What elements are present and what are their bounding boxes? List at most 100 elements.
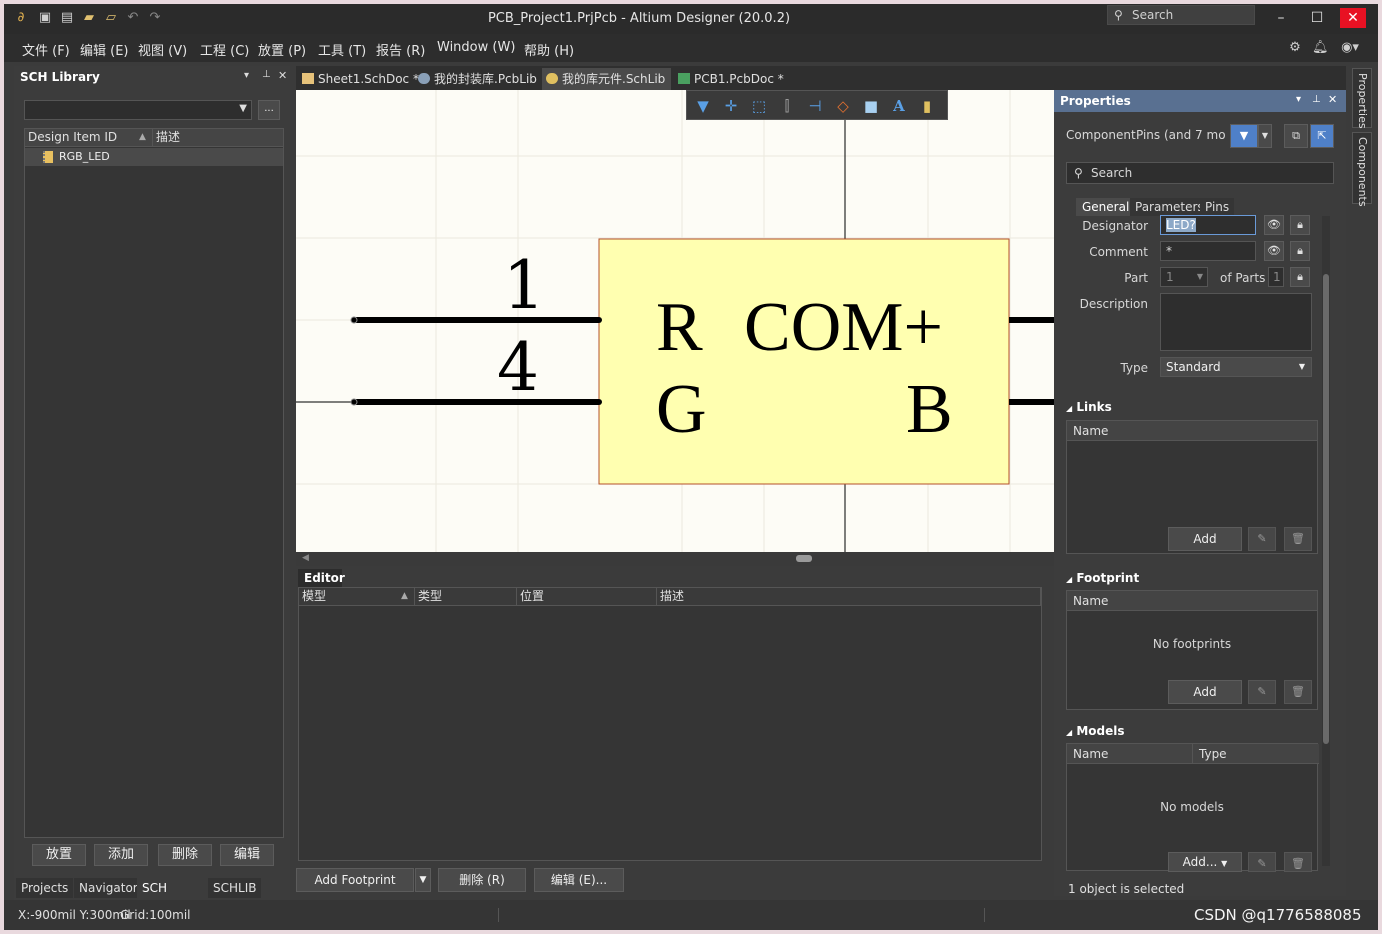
gear-icon[interactable]: ⚙ xyxy=(1288,41,1302,55)
tab-parameters[interactable]: Parameters xyxy=(1130,198,1209,216)
comment-input[interactable]: * xyxy=(1160,241,1256,261)
lock-icon[interactable]: 🔒︎ xyxy=(1290,267,1310,287)
designator-input[interactable]: LED? xyxy=(1160,215,1256,235)
footprint-section-header[interactable]: ◢ Footprint xyxy=(1066,571,1139,585)
menu-file[interactable]: 文件 (F) xyxy=(22,40,70,59)
editor-delete-button[interactable]: 删除 (R) xyxy=(438,868,526,892)
properties-scrollbar[interactable] xyxy=(1322,216,1330,866)
pin-icon[interactable]: ⊥ xyxy=(262,69,271,80)
tab-pcb1-pcbdoc[interactable]: PCB1.PcbDoc * xyxy=(674,68,790,90)
tab-navigator[interactable]: Navigator xyxy=(74,878,143,898)
minimize-button[interactable]: – xyxy=(1268,8,1294,28)
global-search-input[interactable]: ⚲ Search xyxy=(1107,5,1255,25)
scroll-thumb[interactable] xyxy=(796,555,812,562)
move-icon[interactable]: ✛ xyxy=(721,96,741,116)
tab-general[interactable]: General xyxy=(1076,198,1136,216)
side-tab-properties[interactable]: Properties xyxy=(1352,68,1372,129)
column-description[interactable]: 描述 xyxy=(657,588,1041,606)
bell-icon[interactable]: 🔔︎ xyxy=(1312,41,1329,55)
place-button[interactable]: 放置 xyxy=(32,844,86,866)
drawing-tools-icon[interactable]: ◇ xyxy=(833,96,853,116)
filter-icon[interactable]: ▼ xyxy=(693,96,713,116)
tab-footprint-pcblib[interactable]: 我的封装库.PcbLib xyxy=(414,68,543,90)
close-icon[interactable]: ✕ xyxy=(1328,93,1337,106)
pin-icon[interactable]: ⊥ xyxy=(1312,94,1321,105)
add-footprint-button[interactable]: Add Footprint xyxy=(296,868,414,892)
tab-schlib-filter[interactable]: SCHLIB Filter xyxy=(208,878,262,915)
close-button[interactable]: ✕ xyxy=(1340,8,1366,28)
editor-edit-button[interactable]: 编辑 (E)... xyxy=(534,868,624,892)
filter-icon[interactable]: ▼ xyxy=(1230,124,1258,148)
description-input[interactable] xyxy=(1160,293,1312,351)
tab-sch-library[interactable]: SCH Library xyxy=(137,878,189,915)
save-icon[interactable]: ▣ xyxy=(38,11,52,25)
footprint-add-button[interactable]: Add xyxy=(1168,680,1242,704)
pin-place-icon[interactable]: ⊣ xyxy=(805,96,825,116)
lock-icon[interactable]: 🔒︎ xyxy=(1290,215,1310,235)
text-icon[interactable]: A xyxy=(889,96,909,116)
part-icon[interactable]: ▮ xyxy=(917,96,937,116)
eye-icon[interactable]: 👁︎ xyxy=(1264,241,1284,261)
select-icon[interactable]: ⬚ xyxy=(749,96,769,116)
models-add-button[interactable]: Add... ▼ xyxy=(1168,852,1242,872)
column-design-item-id[interactable]: Design Item ID ▲ xyxy=(25,129,153,147)
list-item[interactable]: RGB_LED xyxy=(25,148,283,166)
maximize-button[interactable]: ☐ xyxy=(1304,8,1330,28)
filter-dropdown[interactable]: ▼ xyxy=(1258,124,1272,148)
trash-icon[interactable]: 🗑︎ xyxy=(1284,852,1312,872)
menu-help[interactable]: 帮助 (H) xyxy=(524,40,574,59)
horizontal-scrollbar[interactable]: ◀ xyxy=(296,552,1054,566)
tab-projects[interactable]: Projects xyxy=(16,878,74,898)
pencil-icon[interactable]: ✎ xyxy=(1248,680,1276,704)
lock-icon[interactable]: 🔒︎ xyxy=(1290,241,1310,261)
add-button[interactable]: 添加 xyxy=(94,844,148,866)
menu-window[interactable]: Window (W) xyxy=(437,40,515,55)
scroll-thumb[interactable] xyxy=(1323,274,1329,744)
app-logo-icon[interactable]: ∂ xyxy=(14,11,28,25)
open-project-icon[interactable]: ▱ xyxy=(104,11,118,25)
select-mode-icon[interactable]: ⇱ xyxy=(1310,124,1334,148)
delete-button[interactable]: 删除 xyxy=(158,844,212,866)
scroll-left-icon[interactable]: ◀ xyxy=(302,553,309,563)
tab-sheet1-schdoc[interactable]: Sheet1.SchDoc * xyxy=(298,68,425,90)
library-filter-combo[interactable]: ▼ xyxy=(24,100,252,120)
close-icon[interactable]: ✕ xyxy=(278,69,287,82)
menu-project[interactable]: 工程 (C) xyxy=(200,40,249,59)
undo-icon[interactable]: ↶ xyxy=(126,11,140,25)
redo-icon[interactable]: ↷ xyxy=(148,11,162,25)
eye-icon[interactable]: 👁︎ xyxy=(1264,215,1284,235)
menu-place[interactable]: 放置 (P) xyxy=(258,40,306,59)
browse-button[interactable]: ... xyxy=(258,100,280,120)
trash-icon[interactable]: 🗑︎ xyxy=(1284,527,1312,551)
part-select[interactable]: 1 ▼ xyxy=(1160,267,1208,287)
edit-button[interactable]: 编辑 xyxy=(220,844,274,866)
column-description[interactable]: 描述 xyxy=(153,129,284,147)
menu-tools[interactable]: 工具 (T) xyxy=(318,40,366,59)
trash-icon[interactable]: 🗑︎ xyxy=(1284,680,1312,704)
links-add-button[interactable]: Add xyxy=(1168,527,1242,551)
column-model[interactable]: 模型 ▲ xyxy=(299,588,415,606)
menu-reports[interactable]: 报告 (R) xyxy=(376,40,425,59)
open-icon[interactable]: ▰ xyxy=(82,11,96,25)
rectangle-icon[interactable]: ■ xyxy=(861,96,881,116)
tab-pins[interactable]: Pins xyxy=(1200,198,1235,216)
type-select[interactable]: Standard ▼ xyxy=(1160,357,1312,377)
column-type[interactable]: 类型 xyxy=(415,588,517,606)
pencil-icon[interactable]: ✎ xyxy=(1248,852,1276,872)
save-all-icon[interactable]: ▤ xyxy=(60,11,74,25)
menu-view[interactable]: 视图 (V) xyxy=(138,40,187,59)
tab-component-schlib[interactable]: 我的库元件.SchLib xyxy=(542,68,672,90)
add-footprint-dropdown[interactable]: ▼ xyxy=(415,868,431,892)
user-icon[interactable]: ◉▾ xyxy=(1338,41,1362,55)
schematic-canvas[interactable]: 1 4 R COM+ G B ▼ ✛ ⬚ ⫿ ⊣ ◇ ■ A ▮ xyxy=(296,90,1054,552)
copy-selection-icon[interactable]: ⧉ xyxy=(1284,124,1308,148)
links-section-header[interactable]: ◢ Links xyxy=(1066,400,1112,414)
pencil-icon[interactable]: ✎ xyxy=(1248,527,1276,551)
align-icon[interactable]: ⫿ xyxy=(777,96,797,116)
side-tab-components[interactable]: Components xyxy=(1352,132,1372,207)
menu-edit[interactable]: 编辑 (E) xyxy=(80,40,129,59)
models-section-header[interactable]: ◢ Models xyxy=(1066,724,1125,738)
properties-search-input[interactable]: ⚲ Search xyxy=(1066,162,1334,184)
panel-menu-icon[interactable]: ▾ xyxy=(244,70,249,81)
editor-tab[interactable]: Editor xyxy=(298,569,345,587)
